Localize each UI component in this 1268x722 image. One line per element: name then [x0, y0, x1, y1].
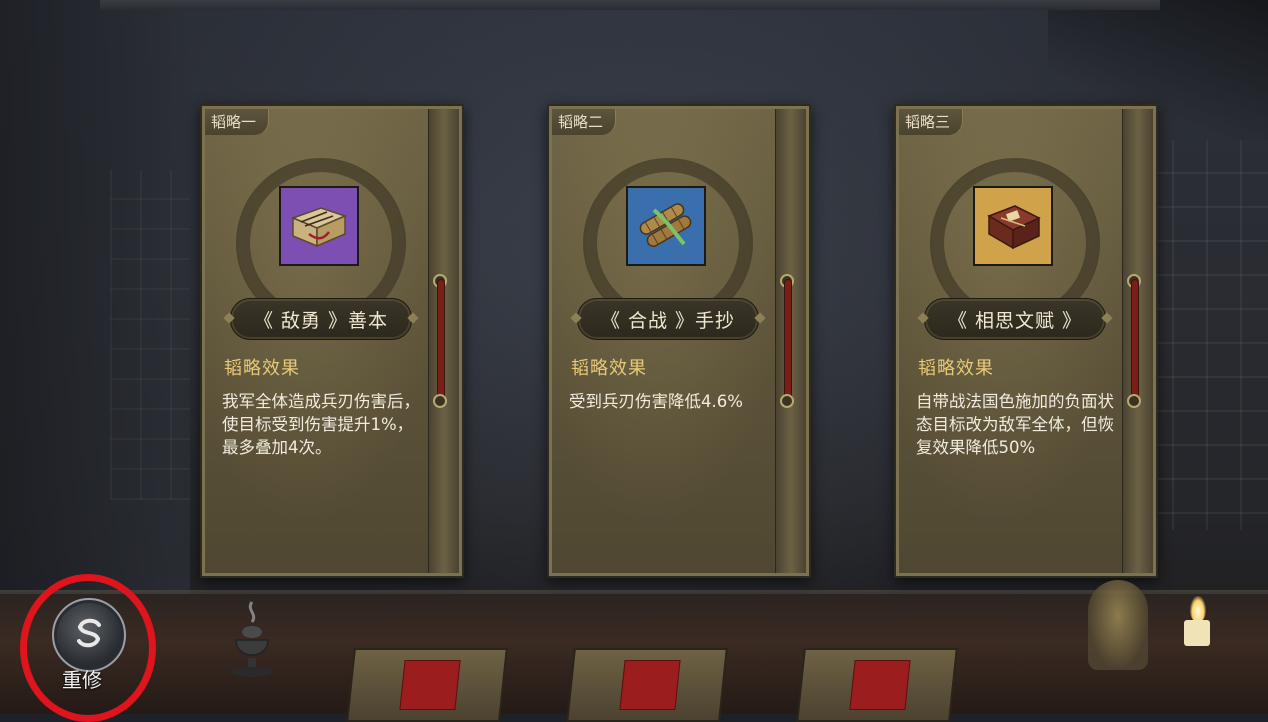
bamboo-scroll-icon[interactable]: [626, 186, 706, 266]
card-tab-label: 韬略三: [899, 109, 964, 135]
rail-bar: [1132, 280, 1138, 400]
bottom-scroll-3: [796, 648, 958, 722]
effect-title: 韬略效果: [918, 358, 994, 379]
candle-flame: [1190, 596, 1206, 622]
top-beam: [100, 0, 1160, 10]
strategy-card-2[interactable]: 韬略二 《 合战 》手抄 韬略效果 受到兵刃伤害降低4.6%: [547, 104, 811, 578]
incense-burner: [222, 600, 282, 680]
scroll-seal: [399, 660, 461, 710]
scroll-seal: [849, 660, 911, 710]
card-tab-label: 韬略一: [205, 109, 270, 135]
effect-title: 韬略效果: [224, 358, 300, 379]
candle: [1184, 620, 1210, 646]
effect-description: 自带战法国色施加的负面状态目标改为敌军全体，但恢复效果降低50%: [916, 392, 1114, 457]
rail-bar: [438, 280, 444, 400]
highlight-circle: [20, 574, 156, 722]
card-tab-label: 韬略二: [552, 109, 617, 135]
scroll-seal: [619, 660, 681, 710]
bottom-scroll-2: [566, 648, 728, 722]
rail-knob-bottom: [1127, 394, 1141, 408]
strategy-card-1[interactable]: 韬略一 《 敌勇 》善本 韬略效果 我军全体造成兵刃伤害后，使目标受到伤害提升1…: [200, 104, 464, 578]
scroll-book-icon[interactable]: [279, 186, 359, 266]
bound-book-icon[interactable]: [973, 186, 1053, 266]
bottom-scroll-1: [346, 648, 508, 722]
effect-description: 我军全体造成兵刃伤害后，使目标受到伤害提升1%，最多叠加4次。: [222, 392, 420, 457]
rail-bar: [785, 280, 791, 400]
rail-knob-bottom: [780, 394, 794, 408]
window-lattice-left: [110, 170, 190, 500]
effect-title: 韬略效果: [571, 358, 647, 379]
item-name-plate: 《 相思文赋 》: [924, 298, 1106, 340]
effect-description: 受到兵刃伤害降低4.6%: [569, 392, 743, 411]
item-name-plate: 《 敌勇 》善本: [230, 298, 412, 340]
item-name-plate: 《 合战 》手抄: [577, 298, 759, 340]
bronze-statue: [1088, 580, 1148, 670]
rail-knob-bottom: [433, 394, 447, 408]
strategy-card-3[interactable]: 韬略三 《 相思文赋 》 韬略效果 自带战法国色施加的负面状态目标改为敌军全体，…: [894, 104, 1158, 578]
